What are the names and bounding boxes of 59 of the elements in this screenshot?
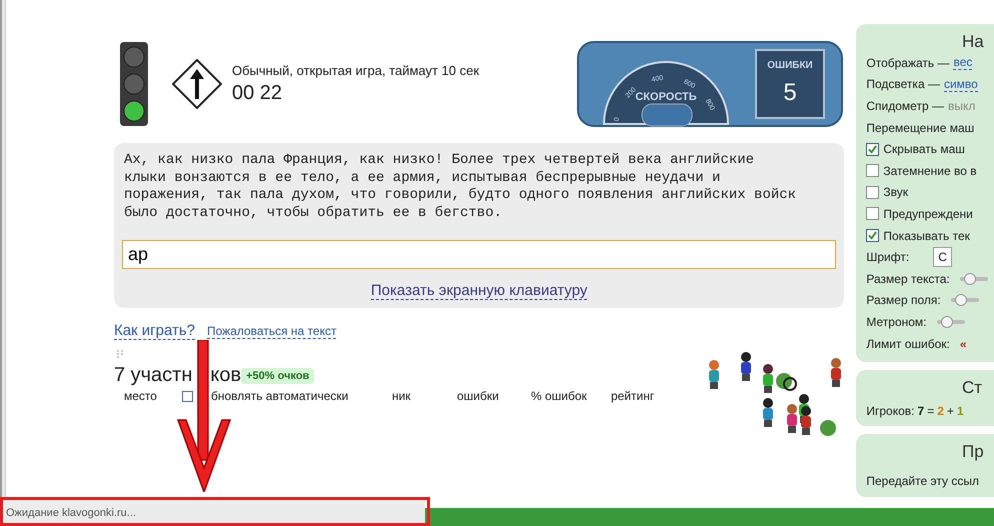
- slider-icon: [950, 294, 979, 306]
- errors-count: 5: [784, 79, 798, 106]
- panel-title: Пр: [962, 442, 985, 462]
- players-count-text: 1: [956, 404, 964, 418]
- setting-label: Перемещение маш: [866, 120, 974, 135]
- setting-label: Скрывать маш: [883, 142, 965, 156]
- checkbox[interactable]: [866, 186, 880, 199]
- limit-arrows[interactable]: «: [960, 336, 967, 351]
- speed-display: [642, 104, 693, 126]
- setting-label: Лимит ошибок:: [866, 336, 950, 351]
- slider-icon: [960, 272, 988, 285]
- speed-label: СКОРОСТЬ: [636, 91, 697, 103]
- setting-link[interactable]: симво: [944, 76, 978, 92]
- players-count-text: Игроков:: [866, 404, 914, 418]
- checkbox[interactable]: [866, 142, 880, 156]
- errors-display: [755, 49, 826, 119]
- setting-label: Показывать тек: [883, 228, 970, 243]
- setting-link[interactable]: вес: [953, 55, 972, 70]
- errors-label: ОШИБКИ: [768, 60, 814, 71]
- font-select[interactable]: С: [933, 247, 952, 268]
- column-header: рейтинг: [610, 389, 654, 403]
- share-text: Передайте эту ссыл: [866, 474, 980, 488]
- typing-field[interactable]: ар: [122, 240, 836, 269]
- race-text: Ах, как низко пала Франция, как низко! Более трех четвертей века английские клыки вонзаются в ее тело, а ее армия, испытывая беспрерывные неудачи и поражения, так пала духом, что говорили, будто одного появления английских войск было достаточно, чтобы обратить ее в бегство.: [124, 152, 798, 222]
- checkbox[interactable]: [866, 229, 880, 242]
- help-link[interactable]: Как играть?: [114, 322, 195, 340]
- auto-update-label: бновлять автоматически: [210, 389, 348, 403]
- setting-label: Подсветка —: [866, 77, 940, 92]
- column-header: ник: [392, 389, 412, 403]
- setting-label: Затемнение во в: [883, 164, 977, 178]
- panel-title: На: [962, 32, 985, 52]
- setting-label: Метроном:: [866, 314, 927, 329]
- column-header: % ошибок: [530, 389, 588, 403]
- setting-label: Предупреждени: [883, 206, 973, 221]
- setting-label: Размер поля:: [866, 293, 941, 308]
- checkbox[interactable]: [866, 164, 880, 178]
- setting-label: Отображать —: [866, 56, 950, 70]
- setting-label: Размер текста:: [866, 272, 950, 286]
- players-count-text: +: [946, 404, 954, 418]
- players-count-text: =: [927, 404, 934, 418]
- game-mode-text: Обычный, открытая игра, таймаут 10 сек: [232, 63, 480, 78]
- up-arrow-sign-icon: [172, 59, 222, 109]
- slider-icon: [936, 316, 965, 328]
- participants-title: ков: [210, 364, 242, 387]
- report-link[interactable]: Пожаловаться на текст: [207, 324, 336, 339]
- keyboard-link[interactable]: Показать экранную клавиатуру: [370, 282, 588, 300]
- panel-title: Ст: [962, 378, 984, 398]
- players-count-text: 7: [918, 404, 924, 418]
- race-timer: 00 22: [232, 82, 284, 105]
- setting-label: Спидометр —: [866, 98, 944, 113]
- checkbox[interactable]: [866, 207, 880, 220]
- participants-title: 7 участн: [114, 364, 192, 387]
- players-count-text: 2: [937, 404, 944, 418]
- column-header: место: [124, 389, 158, 403]
- column-header: ошибки: [456, 389, 500, 403]
- bonus-badge: +50% очков: [241, 368, 314, 384]
- setting-label: Звук: [883, 185, 908, 200]
- setting-label: Шрифт:: [866, 250, 910, 264]
- checkbox[interactable]: [182, 390, 193, 402]
